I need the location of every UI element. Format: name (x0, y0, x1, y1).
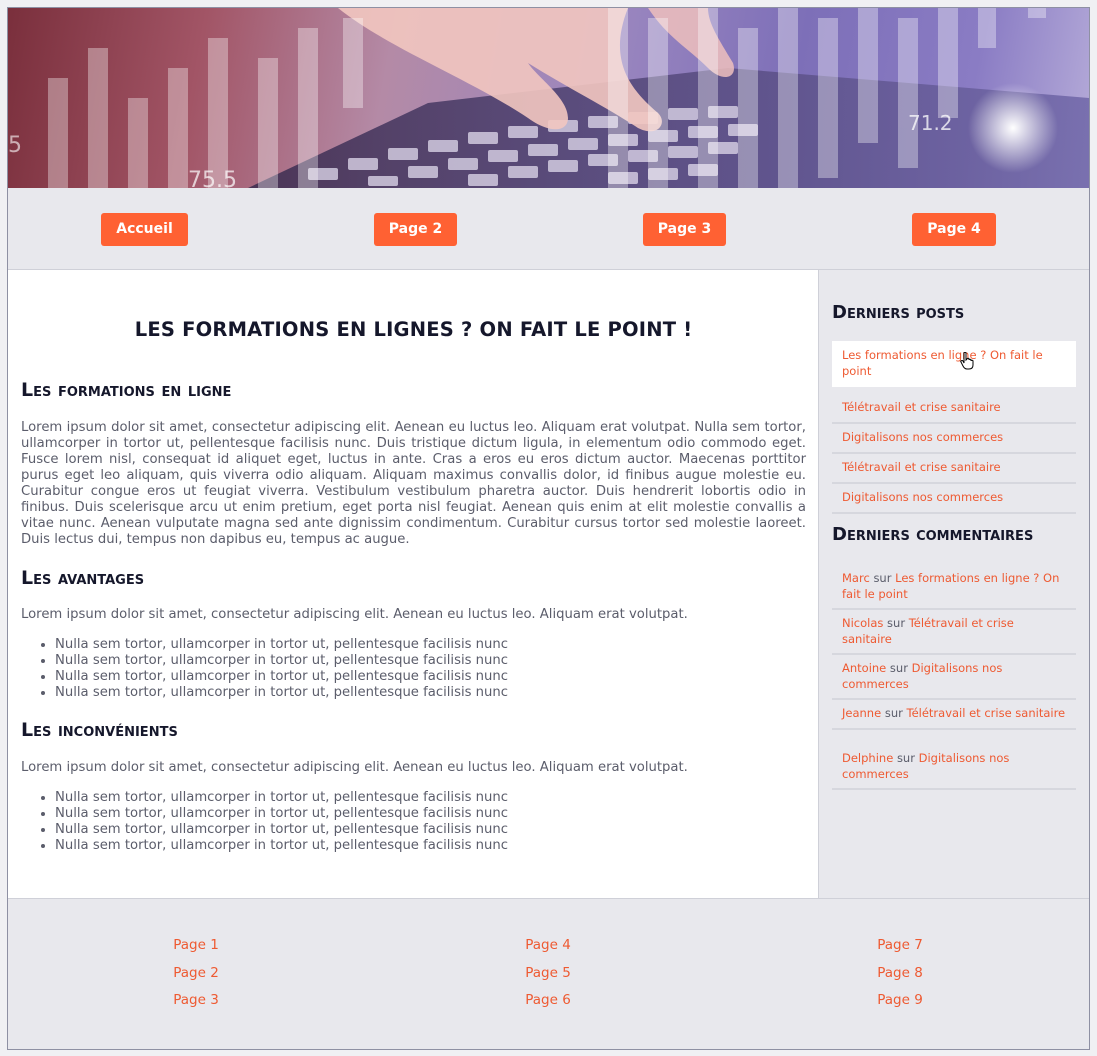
sidebar-comment-item: Marc sur Les formations en ligne ? On fa… (832, 564, 1076, 610)
bullet-list-inconvenients: Nulla sem tortor, ullamcorper in tortor … (55, 790, 755, 854)
comment-separator: sur (884, 706, 903, 720)
footer-link-page-9[interactable]: Page 9 (850, 992, 950, 1008)
nav-button-page-3[interactable]: Page 3 (643, 213, 726, 246)
sidebar-post-link[interactable]: Télétravail et crise sanitaire (832, 393, 1076, 424)
comment-author-link[interactable]: Marc (842, 571, 870, 585)
comment-author-link[interactable]: Nicolas (842, 616, 883, 630)
banner-number-2: 71.2 (908, 111, 953, 135)
list-item: Nulla sem tortor, ullamcorper in tortor … (55, 669, 755, 685)
footer-link-page-7[interactable]: Page 7 (850, 937, 950, 953)
sidebar-comment-item: Delphine sur Digitalisons nos commerces (832, 744, 1076, 790)
nav-button-page-4[interactable]: Page 4 (912, 213, 996, 246)
section-heading-avantages: Les avantages (21, 567, 145, 589)
section-paragraph-formations: Lorem ipsum dolor sit amet, consectetur … (21, 420, 806, 547)
sidebar: Derniers posts Les formations en ligne ?… (819, 270, 1089, 898)
footer-link-page-4[interactable]: Page 4 (498, 937, 598, 953)
sidebar-comment-item: Jeanne sur Télétravail et crise sanitair… (832, 699, 1076, 730)
page-frame: 75.5 71.2 5 Accueil Page 2 Page 3 Page 4… (7, 7, 1090, 1050)
sidebar-comments-title: Derniers commentaires (832, 524, 1034, 545)
comment-separator: sur (873, 571, 892, 585)
comment-author-link[interactable]: Jeanne (842, 706, 881, 720)
section-heading-inconvenients: Les inconvénients (21, 719, 178, 741)
section-heading-formations: Les formations en ligne (21, 379, 232, 401)
main-navigation: Accueil Page 2 Page 3 Page 4 (8, 188, 1089, 270)
list-item: Nulla sem tortor, ullamcorper in tortor … (55, 790, 755, 806)
sidebar-comment-item: Antoine sur Digitalisons nos commerces (832, 654, 1076, 700)
footer-link-page-8[interactable]: Page 8 (850, 965, 950, 981)
comment-author-link[interactable]: Delphine (842, 751, 893, 765)
list-item: Nulla sem tortor, ullamcorper in tortor … (55, 838, 755, 854)
comment-separator: sur (887, 616, 906, 630)
list-item: Nulla sem tortor, ullamcorper in tortor … (55, 806, 755, 822)
section-paragraph-inconvenients: Lorem ipsum dolor sit amet, consectetur … (21, 760, 688, 775)
sidebar-post-link[interactable]: Les formations en ligne ? On fait le poi… (832, 341, 1076, 387)
sidebar-posts-title: Derniers posts (832, 302, 965, 323)
hand-cursor-icon (960, 352, 974, 370)
section-paragraph-avantages: Lorem ipsum dolor sit amet, consectetur … (21, 607, 688, 622)
nav-button-accueil[interactable]: Accueil (101, 213, 188, 246)
sidebar-comment-item: Nicolas sur Télétravail et crise sanitai… (832, 609, 1076, 655)
article-title: LES FORMATIONS EN LIGNES ? ON FAIT LE PO… (134, 318, 693, 341)
footer-link-page-6[interactable]: Page 6 (498, 992, 598, 1008)
bullet-list-avantages: Nulla sem tortor, ullamcorper in tortor … (55, 637, 755, 701)
sidebar-post-link[interactable]: Télétravail et crise sanitaire (832, 453, 1076, 484)
banner-number-3: 5 (8, 133, 22, 158)
footer-link-page-5[interactable]: Page 5 (498, 965, 598, 981)
list-item: Nulla sem tortor, ullamcorper in tortor … (55, 637, 755, 653)
comment-separator: sur (896, 751, 915, 765)
footer: Page 1 Page 2 Page 3 Page 4 Page 5 Page … (8, 898, 1089, 1049)
comment-post-link[interactable]: Télétravail et crise sanitaire (907, 706, 1066, 720)
nav-button-page-2[interactable]: Page 2 (374, 213, 457, 246)
footer-link-page-3[interactable]: Page 3 (146, 992, 246, 1008)
sidebar-post-link[interactable]: Digitalisons nos commerces (832, 423, 1076, 454)
header-banner-image: 75.5 71.2 5 (8, 8, 1089, 188)
list-item: Nulla sem tortor, ullamcorper in tortor … (55, 685, 755, 701)
comment-separator: sur (889, 661, 908, 675)
footer-link-page-1[interactable]: Page 1 (146, 937, 246, 953)
footer-link-page-2[interactable]: Page 2 (146, 965, 246, 981)
comment-author-link[interactable]: Antoine (842, 661, 886, 675)
banner-number-1: 75.5 (188, 168, 237, 188)
list-item: Nulla sem tortor, ullamcorper in tortor … (55, 653, 755, 669)
list-item: Nulla sem tortor, ullamcorper in tortor … (55, 822, 755, 838)
sidebar-post-link[interactable]: Digitalisons nos commerces (832, 483, 1076, 514)
article-content: LES FORMATIONS EN LIGNES ? ON FAIT LE PO… (8, 270, 819, 898)
